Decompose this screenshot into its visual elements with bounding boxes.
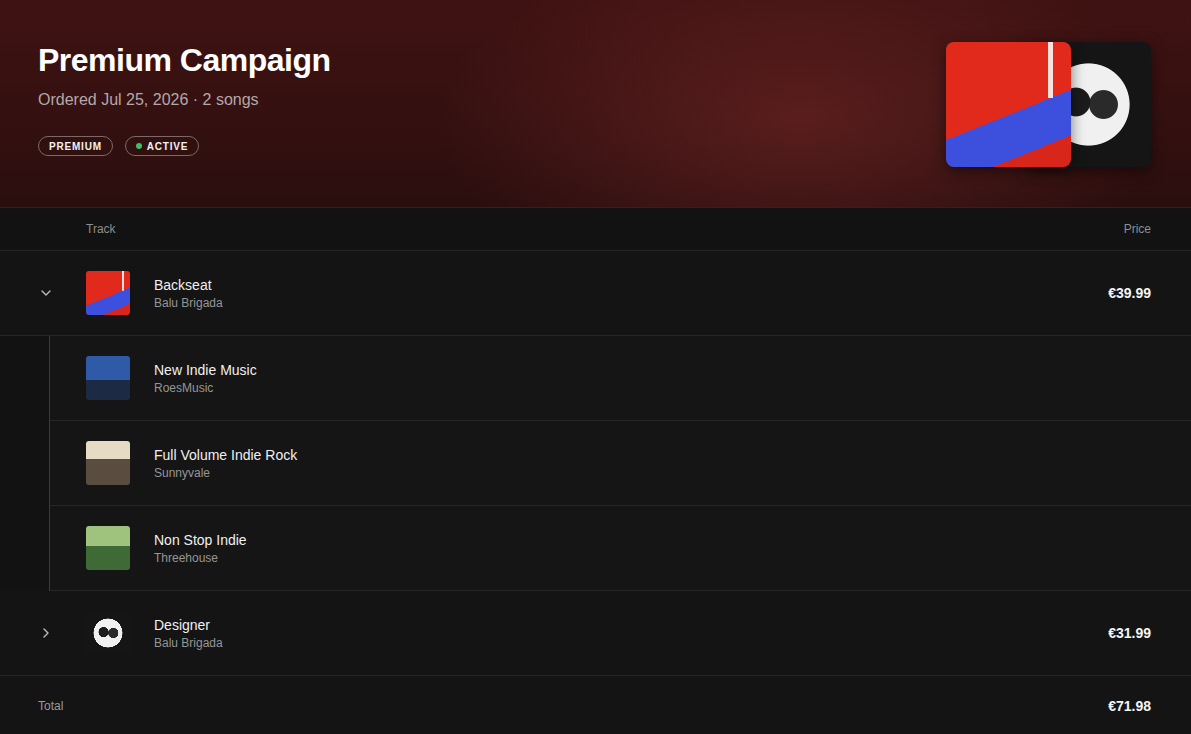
cover-art — [946, 42, 1071, 167]
campaign-title: Premium Campaign — [38, 40, 331, 80]
track-price: €31.99 — [1108, 625, 1151, 641]
playlist-name: Full Volume Indie Rock — [154, 446, 1191, 464]
track-meta: BackseatBalu Brigada — [154, 276, 1108, 311]
expand-toggle[interactable] — [38, 287, 86, 299]
table-header: Track Price — [0, 208, 1191, 251]
playlist-list: New Indie MusicRoesMusic Full Volume Indi… — [49, 336, 1191, 591]
badge: ACTIVE — [125, 136, 199, 156]
playlist-meta: Full Volume Indie RockSunnyvale — [154, 446, 1191, 481]
playlist-row[interactable]: New Indie MusicRoesMusic — [50, 336, 1191, 421]
track-row[interactable]: DesignerBalu Brigada€31.99 — [0, 591, 1191, 676]
playlist-cover — [86, 356, 130, 400]
track-title: Designer — [154, 616, 1108, 634]
total-label: Total — [38, 699, 63, 713]
playlist-name: Non Stop Indie — [154, 531, 1191, 549]
column-header: Track — [86, 222, 116, 236]
playlist-curator: Threehouse — [154, 550, 1191, 566]
chevron-icon — [40, 627, 52, 639]
playlist-cover — [86, 441, 130, 485]
expand-toggle[interactable] — [38, 627, 86, 639]
campaign-info: Premium Campaign Ordered Jul 25, 2026 · 2… — [38, 40, 331, 156]
playlist-curator: RoesMusic — [154, 380, 1191, 396]
column-header: Price — [1124, 222, 1151, 236]
track-row[interactable]: BackseatBalu Brigada€39.99 — [0, 251, 1191, 336]
playlist-curator: Sunnyvale — [154, 465, 1191, 481]
playlist-name: New Indie Music — [154, 361, 1191, 379]
track-artist: Balu Brigada — [154, 635, 1108, 651]
total-row: Total €71.98 — [0, 676, 1191, 734]
cover-collage — [946, 42, 1151, 167]
status-dot-icon — [136, 143, 142, 149]
playlist-meta: Non Stop IndieThreehouse — [154, 531, 1191, 566]
playlist-row[interactable]: Full Volume Indie RockSunnyvale — [50, 421, 1191, 506]
track-title: Backseat — [154, 276, 1108, 294]
campaign-subtitle: Ordered Jul 25, 2026 · 2 songs — [38, 90, 331, 110]
playlist-cover — [86, 526, 130, 570]
playlist-row[interactable]: Non Stop IndieThreehouse — [50, 506, 1191, 591]
total-value: €71.98 — [1108, 698, 1151, 714]
chevron-icon — [40, 287, 52, 299]
track-price: €39.99 — [1108, 285, 1151, 301]
track-cover — [86, 611, 130, 655]
playlist-meta: New Indie MusicRoesMusic — [154, 361, 1191, 396]
badge: PREMIUM — [38, 136, 113, 156]
track-meta: DesignerBalu Brigada — [154, 616, 1108, 651]
track-cover — [86, 271, 130, 315]
track-artist: Balu Brigada — [154, 295, 1108, 311]
campaign-header: Premium Campaign Ordered Jul 25, 2026 · 2… — [0, 0, 1191, 208]
badge-list: PREMIUM ACTIVE — [38, 136, 331, 156]
campaign-page: Premium Campaign Ordered Jul 25, 2026 · 2… — [0, 0, 1191, 734]
